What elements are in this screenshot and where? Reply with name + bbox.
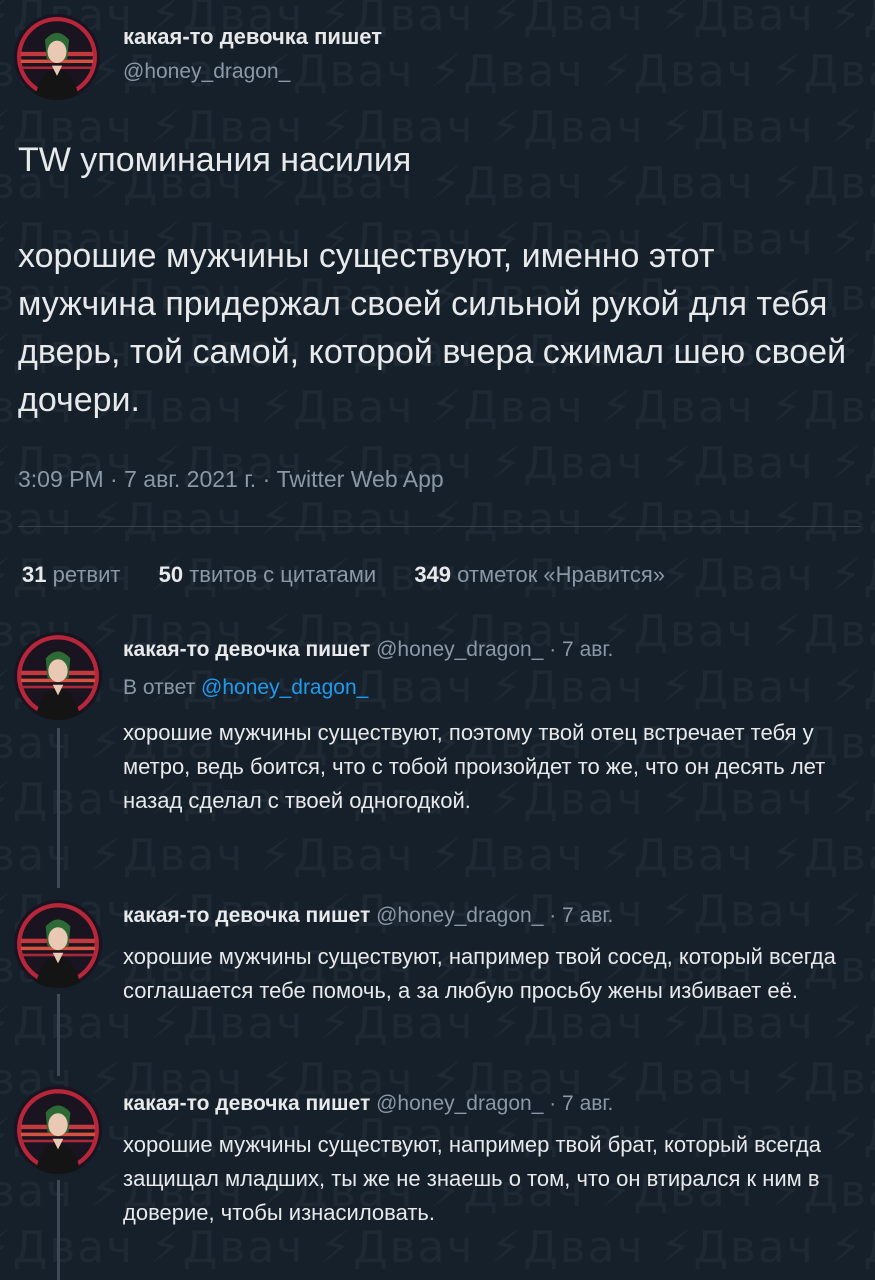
author-handle[interactable]: @honey_dragon_ — [123, 60, 290, 84]
avatar-image — [14, 14, 100, 100]
author-name[interactable]: какая-то девочка пишет — [123, 1092, 370, 1115]
avatar-image — [14, 1086, 102, 1174]
reply-text: хорошие мужчины существуют, например тво… — [123, 1132, 821, 1225]
author-name[interactable]: какая-то девочка пишет — [123, 904, 370, 927]
reply-text: хорошие мужчины существуют, например тво… — [123, 944, 836, 1003]
author-name[interactable]: какая-то девочка пишет — [123, 24, 382, 50]
avatar[interactable] — [14, 900, 102, 988]
divider — [18, 526, 860, 527]
in-reply-to: В ответ @honey_dragon_ — [123, 676, 369, 699]
tweet-text: TW упоминания насилия хорошие мужчины су… — [18, 136, 858, 424]
quotes-stat[interactable]: 50 твитов с цитатами — [159, 562, 377, 587]
in-reply-link[interactable]: @honey_dragon_ — [201, 676, 368, 699]
avatar[interactable] — [14, 14, 100, 100]
thread-line — [57, 1180, 60, 1280]
author-handle[interactable]: @honey_dragon_ — [376, 1092, 543, 1115]
reply-date[interactable]: · 7 авг. — [549, 638, 613, 661]
tweet-meta[interactable]: 3:09 PM · 7 авг. 2021 г. · Twitter Web A… — [18, 466, 444, 493]
thread-line — [57, 994, 60, 1076]
watermark-row: ⚡Двач ⚡Двач ⚡Двач ⚡Двач ⚡Двач ⚡Двач ⚡Два… — [0, 494, 875, 545]
likes-stat[interactable]: 349 отметок «Нравится» — [414, 562, 665, 587]
author-handle[interactable]: @honey_dragon_ — [376, 904, 543, 927]
watermark-row: ⚡Двач ⚡Двач ⚡Двач ⚡Двач ⚡Двач ⚡Двач ⚡Два… — [0, 830, 875, 881]
reply-header: какая-то девочка пишет @honey_dragon_ · … — [123, 1092, 613, 1116]
reply-header: какая-то девочка пишет @honey_dragon_ · … — [123, 638, 613, 662]
author-name[interactable]: какая-то девочка пишет — [123, 638, 370, 661]
avatar[interactable] — [14, 632, 102, 720]
reply-text: хорошие мужчины существуют, поэтому твой… — [123, 720, 826, 813]
author-handle[interactable]: @honey_dragon_ — [376, 638, 543, 661]
avatar-image — [14, 900, 102, 988]
reply-date[interactable]: · 7 авг. — [549, 904, 613, 927]
tweet-stats: 31 ретвит 50 твитов с цитатами 349 отмет… — [22, 562, 697, 588]
reply-date[interactable]: · 7 авг. — [549, 1092, 613, 1115]
trigger-warning: TW упоминания насилия — [18, 141, 412, 179]
avatar[interactable] — [14, 1086, 102, 1174]
reply-header: какая-то девочка пишет @honey_dragon_ · … — [123, 904, 613, 928]
thread-line — [57, 728, 60, 888]
retweets-stat[interactable]: 31 ретвит — [22, 562, 120, 587]
avatar-image — [14, 632, 102, 720]
tweet-body: хорошие мужчины существуют, именно этот … — [18, 237, 847, 419]
